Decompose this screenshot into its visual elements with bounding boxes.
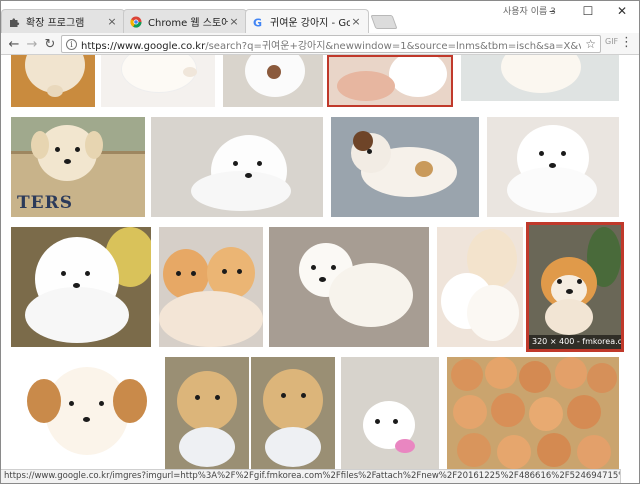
result-image[interactable] (331, 117, 479, 217)
image-dimensions-label: 320 × 400 - fmkorea.com (529, 335, 621, 349)
minimize-button[interactable]: – (535, 1, 569, 21)
google-icon: G (252, 16, 264, 28)
bookmark-star-icon[interactable]: ☆ (585, 37, 596, 51)
result-image[interactable] (437, 227, 523, 347)
result-image[interactable] (11, 55, 95, 107)
chrome-icon (130, 16, 142, 28)
tab-title: 귀여운 강아지 - Google (270, 18, 350, 29)
result-image[interactable] (165, 357, 335, 471)
forward-button[interactable]: → (23, 35, 41, 53)
menu-icon[interactable]: ⋮ (620, 35, 633, 50)
result-image[interactable] (461, 55, 619, 101)
browser-window: 확장 프로그램 × Chrome 웹 스토어 - Go × G 귀여운 강아지 … (0, 0, 640, 484)
title-bar: 확장 프로그램 × Chrome 웹 스토어 - Go × G 귀여운 강아지 … (1, 1, 639, 33)
toolbar: ← → ↻ i https://www.google.co.kr/search?… (1, 33, 639, 55)
image-results: TERS 320 × 400 - fmkorea. (1, 55, 639, 471)
status-bar: https://www.google.co.kr/imgres?imgurl=h… (1, 469, 621, 483)
back-button[interactable]: ← (5, 35, 23, 53)
close-icon[interactable]: × (228, 15, 240, 28)
result-image[interactable] (487, 117, 619, 217)
result-image[interactable] (223, 55, 323, 107)
new-tab-button[interactable] (370, 15, 398, 29)
reload-button[interactable]: ↻ (41, 35, 59, 53)
close-window-button[interactable]: ✕ (605, 1, 639, 21)
result-image[interactable] (11, 227, 151, 347)
maximize-button[interactable]: ☐ (571, 1, 605, 21)
close-icon[interactable]: × (350, 15, 362, 28)
tab-google-images[interactable]: G 귀여운 강아지 - Google × (245, 9, 369, 33)
address-bar[interactable]: i https://www.google.co.kr/search?q=귀여운+… (61, 35, 601, 53)
result-image[interactable] (11, 357, 159, 471)
result-image[interactable] (447, 357, 619, 471)
tab-title: 확장 프로그램 (26, 18, 85, 29)
svg-text:G: G (253, 16, 262, 28)
tab-chrome-web-store[interactable]: Chrome 웹 스토어 - Go × (123, 9, 247, 33)
tab-extensions[interactable]: 확장 프로그램 × (1, 9, 125, 33)
result-image[interactable] (151, 117, 323, 217)
close-icon[interactable]: × (106, 15, 118, 28)
result-image[interactable]: TERS (11, 117, 145, 217)
result-image[interactable] (269, 227, 429, 347)
crate-lettering: TERS (17, 193, 74, 213)
url-text[interactable]: https://www.google.co.kr/search?q=귀여운+강아… (81, 37, 581, 52)
result-image-selected[interactable]: 320 × 400 - fmkorea.com (526, 222, 624, 352)
puzzle-icon (8, 16, 20, 28)
result-image[interactable] (327, 55, 453, 107)
extension-icon[interactable]: GIF (605, 37, 618, 46)
result-image[interactable] (341, 357, 439, 471)
info-icon[interactable]: i (66, 38, 77, 50)
result-image[interactable] (159, 227, 263, 347)
tab-strip: 확장 프로그램 × Chrome 웹 스토어 - Go × G 귀여운 강아지 … (1, 9, 398, 33)
result-image[interactable] (101, 55, 215, 107)
tab-title: Chrome 웹 스토어 - Go (148, 18, 228, 29)
